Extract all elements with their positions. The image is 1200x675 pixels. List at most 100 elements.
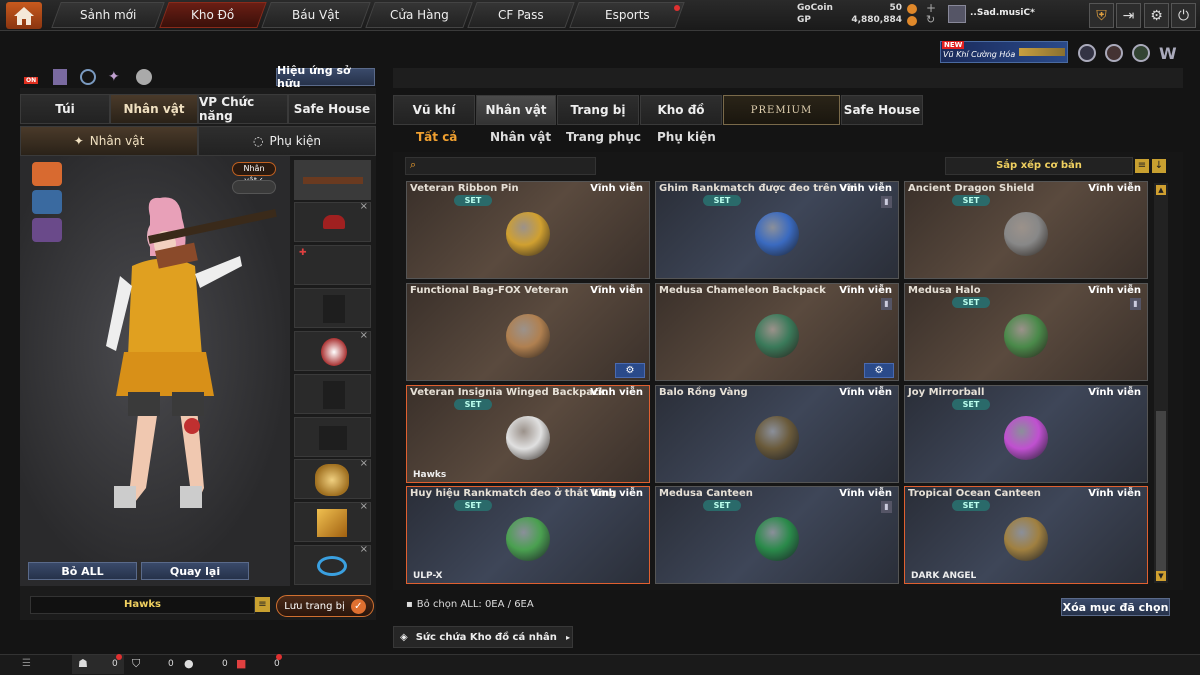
- slot-vest[interactable]: [294, 288, 371, 328]
- target-icon[interactable]: [1105, 44, 1123, 62]
- scroll-up-icon[interactable]: ▲: [1156, 185, 1166, 195]
- nav-tab-shop[interactable]: Cửa Hàng: [365, 2, 473, 28]
- shield-button[interactable]: ⛨: [1089, 3, 1114, 28]
- tab-weapons[interactable]: Vũ khí: [393, 95, 475, 125]
- nav-tab-cf-pass[interactable]: CF Pass: [467, 2, 575, 28]
- slot-hat[interactable]: ×: [294, 201, 371, 242]
- nav-tab-esports[interactable]: Esports: [569, 2, 685, 28]
- refresh-icon[interactable]: ↻: [926, 13, 935, 26]
- sort-dropdown[interactable]: Sắp xếp cơ bản: [945, 157, 1133, 175]
- close-icon[interactable]: ×: [360, 201, 368, 212]
- list-menu-icon[interactable]: ☰: [22, 658, 31, 669]
- close-icon[interactable]: ×: [360, 330, 368, 341]
- gear-icon[interactable]: ⚙: [615, 363, 645, 378]
- item-card[interactable]: Ancient Dragon Shield Vĩnh viễn SET: [904, 181, 1148, 279]
- nav-tab-inventory[interactable]: Kho Đồ: [159, 2, 267, 28]
- character-class-icon[interactable]: [32, 162, 62, 186]
- exit-button[interactable]: ⇥: [1116, 3, 1141, 28]
- item-card[interactable]: Balo Rồng Vàng Vĩnh viễn: [655, 385, 899, 483]
- trash-icon[interactable]: ▮: [1130, 298, 1141, 310]
- gear-icon[interactable]: ⚙: [864, 363, 894, 378]
- item-card[interactable]: Tropical Ocean Canteen Vĩnh viễn SET DARK A…: [904, 486, 1148, 584]
- slot-primary-weapon[interactable]: [294, 160, 371, 200]
- slot-pet[interactable]: ×: [294, 458, 371, 499]
- search-text[interactable]: [426, 159, 592, 173]
- tab-safe-house[interactable]: Safe House: [841, 95, 923, 125]
- toggle-icon[interactable]: ON: [24, 69, 42, 87]
- slot-back[interactable]: ×: [294, 330, 371, 371]
- slot-face[interactable]: ✚: [294, 245, 371, 285]
- menu-icon[interactable]: ≡: [255, 597, 270, 612]
- wing-icon[interactable]: [32, 218, 62, 242]
- close-icon[interactable]: ×: [360, 544, 368, 555]
- storage-capacity-bar[interactable]: ◈ Sức chứa Kho đồ cá nhân ▸: [393, 626, 573, 648]
- power-button[interactable]: ⏻: [1171, 3, 1196, 28]
- tab-character[interactable]: Nhân vật: [476, 95, 556, 125]
- trash-icon[interactable]: ▪: [406, 599, 413, 610]
- save-equipment-button[interactable]: Lưu trang bị ✓: [276, 595, 374, 617]
- clan-button[interactable]: ⛉ 0: [130, 655, 178, 674]
- camera-icon[interactable]: [80, 69, 96, 85]
- item-card[interactable]: Functional Bag-FOX Veteran Vĩnh viễn ⚙: [406, 283, 650, 381]
- item-card[interactable]: Joy Mirrorball Vĩnh viễn SET: [904, 385, 1148, 483]
- wings-icon[interactable]: W: [1159, 44, 1179, 63]
- close-icon[interactable]: ×: [360, 458, 368, 469]
- character-preview[interactable]: Nhân vật✓: [20, 156, 290, 586]
- item-card[interactable]: Ghim Rankmatch được đeo trên vai Vĩnh viễ…: [655, 181, 899, 279]
- subtab-all[interactable]: Tất cả: [416, 130, 457, 144]
- back-button[interactable]: Quay lại: [141, 562, 249, 580]
- mouse-icon[interactable]: [136, 69, 152, 85]
- ownership-effect-button[interactable]: Hiệu ứng sở hữu: [276, 64, 375, 90]
- sort-arrow-icon[interactable]: ↓: [1152, 159, 1166, 173]
- settings-button[interactable]: ⚙: [1144, 3, 1169, 28]
- chat-button[interactable]: ● 0: [182, 655, 230, 674]
- scroll-down-icon[interactable]: ▼: [1156, 571, 1166, 581]
- item-card[interactable]: Huy hiệu Rankmatch đeo ở thắt lưng Vĩnh v…: [406, 486, 650, 584]
- item-card[interactable]: Medusa Canteen Vĩnh viễn SET ▮: [655, 486, 899, 584]
- nav-tab-lobby[interactable]: Sảnh mới: [51, 2, 165, 28]
- subtab-character[interactable]: ✦ Nhân vật: [20, 126, 198, 156]
- item-card[interactable]: Veteran Insignia Winged Backpack Vĩnh viễ…: [406, 385, 650, 483]
- trash-icon[interactable]: ▮: [881, 196, 892, 208]
- slot-body[interactable]: [294, 374, 371, 414]
- trash-icon[interactable]: ▮: [881, 298, 892, 310]
- subtab-accessory[interactable]: ◌ Phụ kiện: [198, 126, 376, 156]
- home-button[interactable]: [6, 2, 42, 29]
- scrollbar[interactable]: ▲ ▼: [1154, 183, 1168, 583]
- search-input[interactable]: ⌕: [405, 157, 596, 175]
- trash-icon[interactable]: ▮: [881, 501, 892, 513]
- scroll-thumb[interactable]: [1156, 411, 1166, 571]
- deselect-all-button[interactable]: Bỏ ALL: [28, 562, 137, 580]
- badge-icon[interactable]: [1078, 44, 1096, 62]
- tab-equipment[interactable]: Trang bị: [557, 95, 639, 125]
- item-card[interactable]: Medusa Chameleon Backpack Vĩnh viễn ▮ ⚙: [655, 283, 899, 381]
- preset-name-field[interactable]: Hawks: [30, 596, 255, 614]
- tab-bag[interactable]: Túi: [20, 94, 110, 124]
- close-icon[interactable]: ×: [360, 501, 368, 512]
- pose-icon[interactable]: ✦: [108, 69, 124, 85]
- slot-belt[interactable]: [294, 417, 371, 457]
- mask-icon[interactable]: [32, 190, 62, 214]
- list-icon[interactable]: ≡: [1135, 159, 1149, 173]
- subtab-accessory[interactable]: Phụ kiện: [657, 130, 716, 144]
- slot-extra[interactable]: ×: [294, 544, 371, 585]
- tab-storage[interactable]: Kho đồ: [640, 95, 722, 125]
- gift-button[interactable]: ■ 0: [234, 654, 282, 674]
- tab-premium[interactable]: PREMIUM: [723, 95, 840, 125]
- tab-safe-house[interactable]: Safe House: [288, 94, 376, 124]
- nav-tab-treasure[interactable]: Báu Vật: [261, 2, 371, 28]
- promo-banner[interactable]: NEW Vũ Khí Cường Hóa: [940, 41, 1068, 63]
- delete-selected-button[interactable]: Xóa mục đã chọn: [1061, 598, 1170, 616]
- subtab-character[interactable]: Nhân vật: [490, 130, 551, 144]
- friends-button[interactable]: ☗ 0: [72, 654, 124, 674]
- emblem-icon[interactable]: [1132, 44, 1150, 62]
- tab-character[interactable]: Nhân vật: [110, 94, 198, 124]
- avatar[interactable]: [948, 5, 966, 23]
- subtab-costume[interactable]: Trang phục: [566, 130, 641, 144]
- item-card[interactable]: Medusa Halo Vĩnh viễn SET ▮: [904, 283, 1148, 381]
- visibility-toggle[interactable]: [232, 180, 276, 194]
- chart-icon[interactable]: [53, 69, 67, 85]
- item-card[interactable]: Veteran Ribbon Pin Vĩnh viễn SET: [406, 181, 650, 279]
- slot-accessory[interactable]: ×: [294, 501, 371, 542]
- character-badge[interactable]: Nhân vật✓: [232, 162, 276, 185]
